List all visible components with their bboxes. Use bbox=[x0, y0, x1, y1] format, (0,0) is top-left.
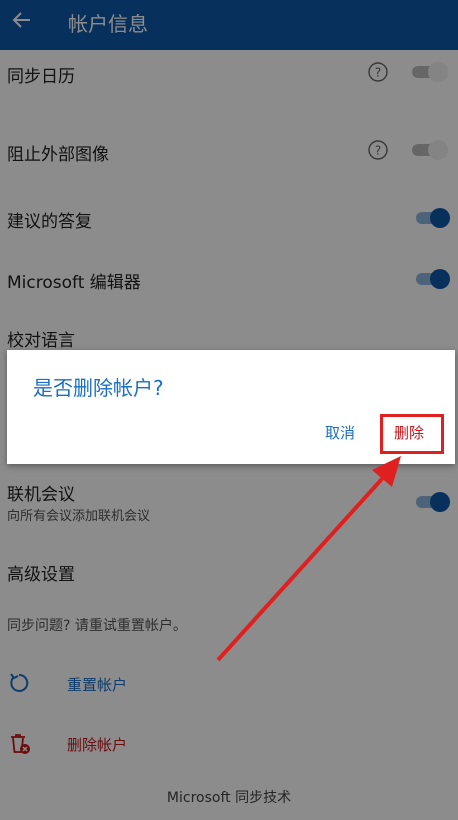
annotation-arrow bbox=[216, 456, 401, 662]
